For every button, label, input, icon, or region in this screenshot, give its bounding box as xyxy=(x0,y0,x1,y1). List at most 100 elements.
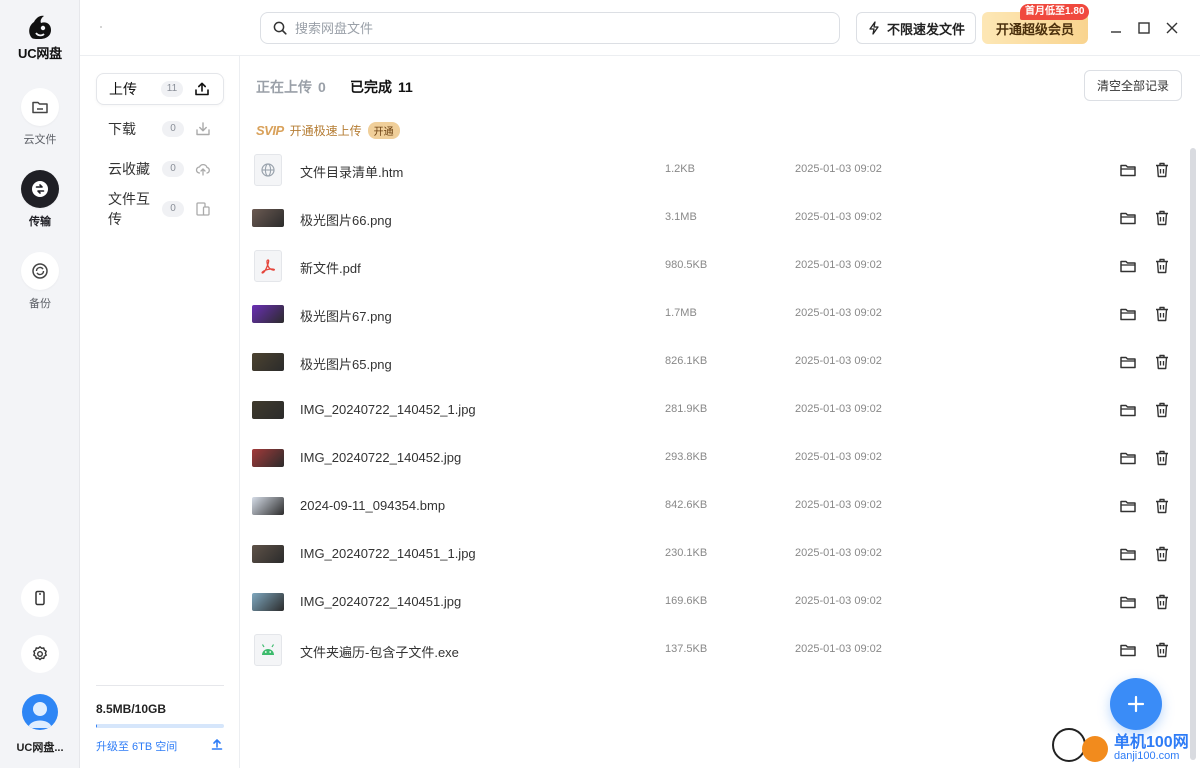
file-name[interactable]: 文件夹遍历-包含子文件.exe xyxy=(300,642,459,661)
file-time: 2025-01-03 09:02 xyxy=(795,355,882,367)
file-name[interactable]: IMG_20240722_140451_1.jpg xyxy=(300,546,476,561)
open-folder-icon[interactable] xyxy=(1119,353,1137,371)
app-logo[interactable]: UC网盘 xyxy=(0,12,80,62)
file-thumbnail xyxy=(252,346,284,378)
delete-icon[interactable] xyxy=(1153,401,1171,419)
delete-icon[interactable] xyxy=(1153,641,1171,659)
image-thumbnail xyxy=(252,593,284,611)
upgrade-storage-link[interactable]: 升级至 6TB 空间 xyxy=(96,738,177,754)
file-time: 2025-01-03 09:02 xyxy=(795,547,882,559)
svip-promo-text: 开通极速上传 xyxy=(289,123,362,138)
file-row[interactable]: 2024-09-11_094354.bmp 842.6KB 2025-01-03 0… xyxy=(240,482,1190,530)
upgrade-arrow-icon[interactable] xyxy=(210,737,224,751)
file-name[interactable]: 新文件.pdf xyxy=(300,258,361,277)
delete-icon[interactable] xyxy=(1153,545,1171,563)
svip-open-button[interactable]: 开通 xyxy=(367,121,400,139)
watermark-url: danji100.com xyxy=(1114,750,1180,762)
search-input[interactable] xyxy=(295,20,815,36)
maximize-icon xyxy=(1138,22,1150,34)
delete-icon[interactable] xyxy=(1153,257,1171,275)
file-name[interactable]: IMG_20240722_140451.jpg xyxy=(300,594,461,609)
file-thumbnail xyxy=(252,202,284,234)
file-name[interactable]: IMG_20240722_140452.jpg xyxy=(300,450,461,465)
title-bar: 不限速发文件 开通超级会员 首月低至1.80 xyxy=(80,0,1200,56)
subnav-count: 0 xyxy=(162,161,184,177)
file-thumbnail xyxy=(252,154,284,186)
close-button[interactable] xyxy=(1162,18,1182,38)
delete-icon[interactable] xyxy=(1153,305,1171,323)
delete-icon[interactable] xyxy=(1153,353,1171,371)
maximize-button[interactable] xyxy=(1134,18,1154,38)
file-thumbnail xyxy=(252,586,284,618)
tab-label: 已完成 xyxy=(350,79,392,95)
rail-label: 云文件 xyxy=(23,134,57,146)
open-folder-icon[interactable] xyxy=(1119,593,1137,611)
scrollbar[interactable] xyxy=(1190,148,1196,760)
file-size: 1.7MB xyxy=(665,307,697,319)
delete-icon[interactable] xyxy=(1153,593,1171,611)
search-box[interactable] xyxy=(260,12,840,44)
file-name[interactable]: 2024-09-11_094354.bmp xyxy=(300,498,445,513)
settings-button[interactable] xyxy=(21,635,59,673)
delete-icon[interactable] xyxy=(1153,209,1171,227)
rail-item-backup[interactable]: 备份 xyxy=(0,252,80,311)
minimize-icon xyxy=(1111,31,1121,33)
file-row[interactable]: 文件夹遍历-包含子文件.exe 137.5KB 2025-01-03 09:02 xyxy=(240,626,1190,674)
user-name[interactable]: UC网盘... xyxy=(0,739,80,755)
clear-all-records-button[interactable]: 清空全部记录 xyxy=(1084,70,1182,101)
subnav-item-cloud-save[interactable]: 云收藏 0 xyxy=(96,153,224,185)
file-name[interactable]: 文件目录清单.htm xyxy=(300,162,403,181)
rail-item-cloud-files[interactable]: 云文件 xyxy=(0,88,80,147)
subnav-label: 下载 xyxy=(108,121,136,137)
open-folder-icon[interactable] xyxy=(1119,257,1137,275)
delete-icon[interactable] xyxy=(1153,161,1171,179)
file-row[interactable]: IMG_20240722_140451_1.jpg 230.1KB 2025-01-… xyxy=(240,530,1190,578)
file-name[interactable]: 极光图片67.png xyxy=(300,306,392,325)
html-file-icon xyxy=(254,154,282,186)
add-upload-button[interactable] xyxy=(1110,678,1162,730)
tab-completed[interactable]: 已完成 11 xyxy=(350,77,413,97)
phone-transfer-button[interactable] xyxy=(21,579,59,617)
open-folder-icon[interactable] xyxy=(1119,497,1137,515)
file-row[interactable]: 文件目录清单.htm 1.2KB 2025-01-03 09:02 xyxy=(240,146,1190,194)
file-time: 2025-01-03 09:02 xyxy=(795,499,882,511)
file-row[interactable]: 极光图片66.png 3.1MB 2025-01-03 09:02 xyxy=(240,194,1190,242)
delete-icon[interactable] xyxy=(1153,449,1171,467)
search-icon xyxy=(273,21,287,35)
file-row[interactable]: 极光图片65.png 826.1KB 2025-01-03 09:02 xyxy=(240,338,1190,386)
unlimited-speed-send-button[interactable]: 不限速发文件 xyxy=(856,12,977,44)
file-row[interactable]: IMG_20240722_140451.jpg 169.6KB 2025-01-03… xyxy=(240,578,1190,626)
tab-uploading[interactable]: 正在上传 0 xyxy=(256,77,326,97)
file-name[interactable]: 极光图片65.png xyxy=(300,354,392,373)
open-folder-icon[interactable] xyxy=(1119,209,1137,227)
minimize-button[interactable] xyxy=(1106,18,1126,38)
file-thumbnail xyxy=(252,634,284,666)
open-folder-icon[interactable] xyxy=(1119,449,1137,467)
rail-circle xyxy=(21,252,59,290)
file-row[interactable]: 极光图片67.png 1.7MB 2025-01-03 09:02 xyxy=(240,290,1190,338)
file-name[interactable]: 极光图片66.png xyxy=(300,210,392,229)
delete-icon[interactable] xyxy=(1153,497,1171,515)
file-row[interactable]: IMG_20240722_140452_1.jpg 281.9KB 2025-01-… xyxy=(240,386,1190,434)
svip-promo[interactable]: SVIP 开通极速上传 开通 xyxy=(256,121,400,139)
open-folder-icon[interactable] xyxy=(1119,305,1137,323)
open-folder-icon[interactable] xyxy=(1119,641,1137,659)
subnav-item-upload[interactable]: 上传 11 xyxy=(96,73,224,105)
subnav-item-download[interactable]: 下载 0 xyxy=(96,113,224,145)
vip-promo-badge: 首月低至1.80 xyxy=(1020,4,1090,20)
file-thumbnail xyxy=(252,250,284,282)
file-row[interactable]: 新文件.pdf 980.5KB 2025-01-03 09:02 xyxy=(240,242,1190,290)
file-row[interactable]: IMG_20240722_140452.jpg 293.8KB 2025-01-03… xyxy=(240,434,1190,482)
open-folder-icon[interactable] xyxy=(1119,545,1137,563)
file-list: 文件目录清单.htm 1.2KB 2025-01-03 09:02 极光图片66.pn… xyxy=(240,146,1190,674)
image-thumbnail xyxy=(252,449,284,467)
avatar[interactable] xyxy=(22,694,58,730)
file-name[interactable]: IMG_20240722_140452_1.jpg xyxy=(300,402,476,417)
open-folder-icon[interactable] xyxy=(1119,401,1137,419)
subnav-item-file-transfer[interactable]: 文件互传 0 xyxy=(96,191,224,227)
subnav-label: 文件互传 xyxy=(108,191,150,227)
rail-item-transfer[interactable]: 传输 xyxy=(0,170,80,229)
image-thumbnail xyxy=(252,209,284,227)
open-folder-icon[interactable] xyxy=(1119,161,1137,179)
file-time: 2025-01-03 09:02 xyxy=(795,595,882,607)
